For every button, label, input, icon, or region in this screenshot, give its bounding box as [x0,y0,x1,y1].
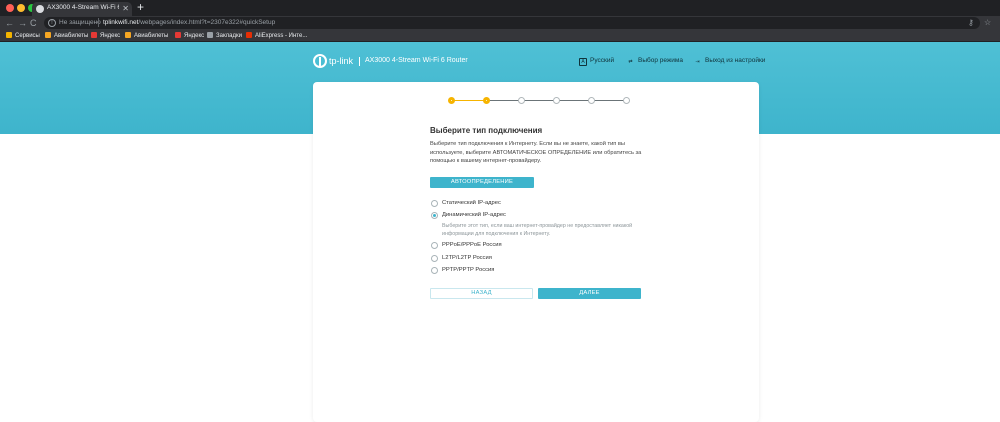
key-icon[interactable]: ⚷ [968,17,974,29]
info-warning-icon[interactable]: ! [48,19,56,27]
stepper-connector [452,100,487,101]
auto-detect-button[interactable]: АВТООПРЕДЕЛЕНИЕ [430,177,534,188]
bookmark-item[interactable]: Авиабилеты [125,31,168,41]
stepper-step-6 [623,97,630,104]
stepper-connector [592,100,627,101]
bookmark-item[interactable]: AliExpress - Инте... [246,31,307,41]
bookmark-item[interactable]: Яндекс [175,31,204,41]
tab-title: AX3000 4-Stream Wi-Fi 6 Rou [47,4,119,11]
aliexpress-icon [246,32,252,38]
stepper-step-3 [518,97,525,104]
option-label: L2TP/L2TP Россия [442,255,492,261]
back-button[interactable]: НАЗАД [430,288,533,299]
stepper-step-5 [588,97,595,104]
language-label: Русский [590,57,615,64]
brand-name: tp-link [329,56,354,66]
stepper-connector [557,100,592,101]
radio-dynamic-ip[interactable] [431,212,438,219]
browser-tab-active[interactable]: AX3000 4-Stream Wi-Fi 6 Rou ✕ [32,2,132,16]
page-title: Выберите тип подключения [430,126,543,135]
url-host: tplinkwifi.net [103,19,139,26]
url-text[interactable]: tplinkwifi.net/webpages/index.html?t=230… [103,19,275,26]
bookmark-item[interactable]: Сервисы [6,31,40,41]
bookmark-label: Сервисы [15,33,40,39]
reload-icon[interactable]: C [30,16,37,30]
back-arrow-icon[interactable]: ← [5,16,14,30]
bookmarks-bar: Сервисы Авиабилеты Яндекс Авиабилеты Яндекс З… [0,30,1000,42]
router-model-title: AX3000 4-Stream Wi-Fi 6 Router [365,57,468,64]
mode-switch-icon: ⇄ [628,59,633,65]
brand-divider [359,57,360,66]
plane-icon [125,32,131,38]
globe-icon [36,5,44,13]
logout-label: Выход из настройки [705,57,766,64]
radio-static-ip[interactable] [431,200,438,207]
dynamic-ip-hint: Выберите этот тип, если ваш интернет-про… [442,223,633,237]
radio-pppoe[interactable] [431,242,438,249]
bookmark-label: Закладки [216,33,242,39]
tab-close-icon[interactable]: ✕ [122,3,129,14]
new-tab-button[interactable]: + [137,1,144,14]
next-button[interactable]: ДАЛЕЕ [538,288,641,299]
language-icon: A [579,58,587,66]
bookmark-label: AliExpress - Инте... [255,33,308,39]
bookmark-item[interactable]: Закладки [207,31,242,41]
forward-arrow-icon[interactable]: → [18,16,27,30]
stepper-connector [522,100,557,101]
logout-icon: ⇥ [695,59,700,65]
apps-grid-icon [6,32,12,38]
address-bar[interactable]: ! Не защищено tplinkwifi.net/webpages/in… [44,17,980,29]
bookmark-label: Яндекс [100,33,121,39]
window-minimize-button[interactable] [17,4,25,12]
bookmark-label: Авиабилеты [54,33,89,39]
stepper-step-1 [448,97,455,104]
tplink-logo-icon [313,54,327,68]
stepper-step-4 [553,97,560,104]
window-close-button[interactable] [6,4,14,12]
security-label: Не защищено [59,19,101,26]
bookmark-label: Авиабилеты [134,33,169,39]
option-label: PPPoE/PPPoE Россия [442,242,502,248]
yandex-icon [91,32,97,38]
bookmark-item[interactable]: Яндекс [91,31,120,41]
bookmark-label: Яндекс [184,33,205,39]
bookmark-star-icon[interactable]: ☆ [984,17,991,29]
address-divider [98,18,99,27]
radio-l2tp[interactable] [431,255,438,262]
plane-icon [45,32,51,38]
language-selector[interactable]: A Русский [579,57,614,66]
option-label: PPTP/PPTP Россия [442,267,495,273]
browser-tab-bar: AX3000 4-Stream Wi-Fi 6 Rou ✕ + [0,0,1000,16]
folder-icon [207,32,213,38]
url-path: /webpages/index.html?t=2307e322#quickSet… [138,19,276,26]
bookmark-item[interactable]: Авиабилеты [45,31,88,41]
logout-link[interactable]: ⇥ Выход из настройки [693,57,765,67]
page-description: Выберите тип подключения к Интернету. Ес… [430,141,642,164]
option-label: Динамический IP-адрес [442,212,506,218]
option-label: Статический IP-адрес [442,200,501,206]
browser-toolbar: ← → C ! Не защищено tplinkwifi.net/webpa… [0,16,1000,30]
radio-pptp[interactable] [431,267,438,274]
yandex-icon [175,32,181,38]
stepper-step-2 [483,97,490,104]
mode-switch-link[interactable]: ⇄ Выбор режима [626,57,683,67]
stepper-connector [487,100,522,101]
mode-switch-label: Выбор режима [638,57,683,64]
